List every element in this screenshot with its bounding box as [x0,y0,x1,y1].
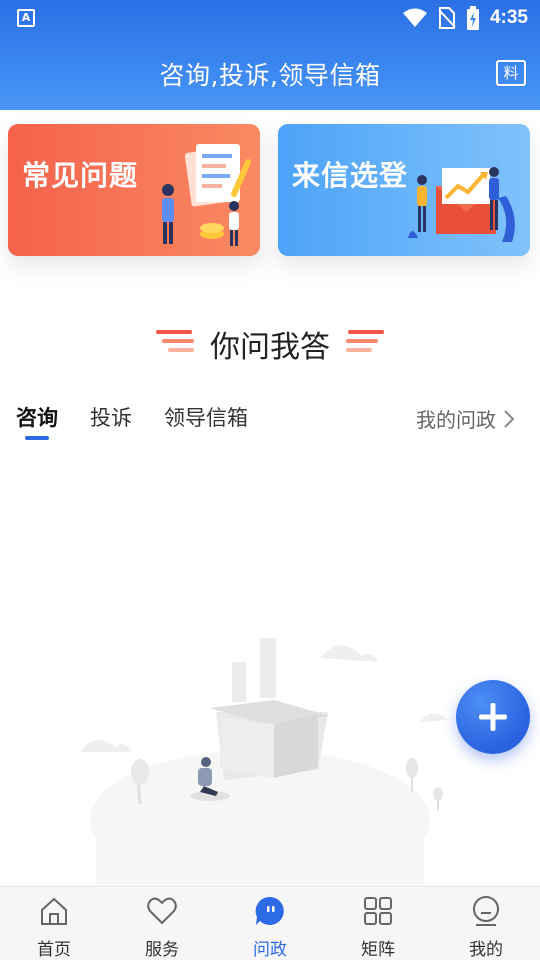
info-bubble-icon[interactable]: 料 [496,60,526,86]
add-inquiry-button[interactable] [456,680,530,754]
profile-icon [473,896,499,926]
status-time: 4:35 [489,7,528,28]
featured-letters-card[interactable]: 来信选登 [278,124,530,256]
my-inquiries-link[interactable]: 我的问政 [416,404,514,433]
section-heading: 你问我答 [210,330,330,365]
active-tab-indicator [25,436,49,440]
faq-card[interactable]: 常见问题 [8,124,260,256]
envelope-chart-illustration [408,167,515,242]
wifi-icon [402,8,427,27]
status-icons: 4:35 [402,6,528,30]
nav-profile[interactable]: 我的 [432,887,540,960]
page-title: 咨询,投诉,领导信箱 [159,61,381,90]
nav-home[interactable]: 首页 [0,887,108,960]
nav-matrix-label: 矩阵 [361,940,395,960]
app-indicator-icon: A [17,9,35,27]
battery-charging-icon [466,6,479,30]
nav-inquiry-label: 问政 [253,940,287,960]
tab-leader-mailbox[interactable]: 领导信箱 [164,402,248,432]
nav-profile-label: 我的 [469,940,503,960]
chevron-right-icon [504,409,514,428]
nav-services-label: 服务 [145,940,179,960]
plus-icon [479,703,507,731]
category-tabs: 咨询 投诉 领导信箱 我的问政 [0,398,540,442]
no-sim-icon [438,7,456,29]
heading-right-decoration [346,330,384,352]
app-header: A 4:35 咨询,投诉,领导信箱 料 [0,0,540,110]
chat-bubble-icon [255,896,284,925]
featured-letters-card-label: 来信选登 [292,159,409,192]
grid-icon [364,897,392,925]
nav-inquiry[interactable]: 问政 [216,887,324,960]
home-icon [41,897,67,925]
my-inquiries-label: 我的问政 [416,408,496,432]
nav-home-label: 首页 [37,940,71,960]
tab-complaint[interactable]: 投诉 [90,402,132,432]
tab-consult[interactable]: 咨询 [16,402,58,432]
faq-card-label: 常见问题 [22,159,139,192]
documents-people-illustration [162,144,251,246]
empty-state-illustration [80,638,448,886]
nav-services[interactable]: 服务 [108,887,216,960]
nav-matrix[interactable]: 矩阵 [324,887,432,960]
bottom-navigation: 首页 服务 问政 矩阵 我的 [0,886,540,960]
status-bar: A 4:35 [0,0,540,36]
heart-icon [147,897,177,925]
